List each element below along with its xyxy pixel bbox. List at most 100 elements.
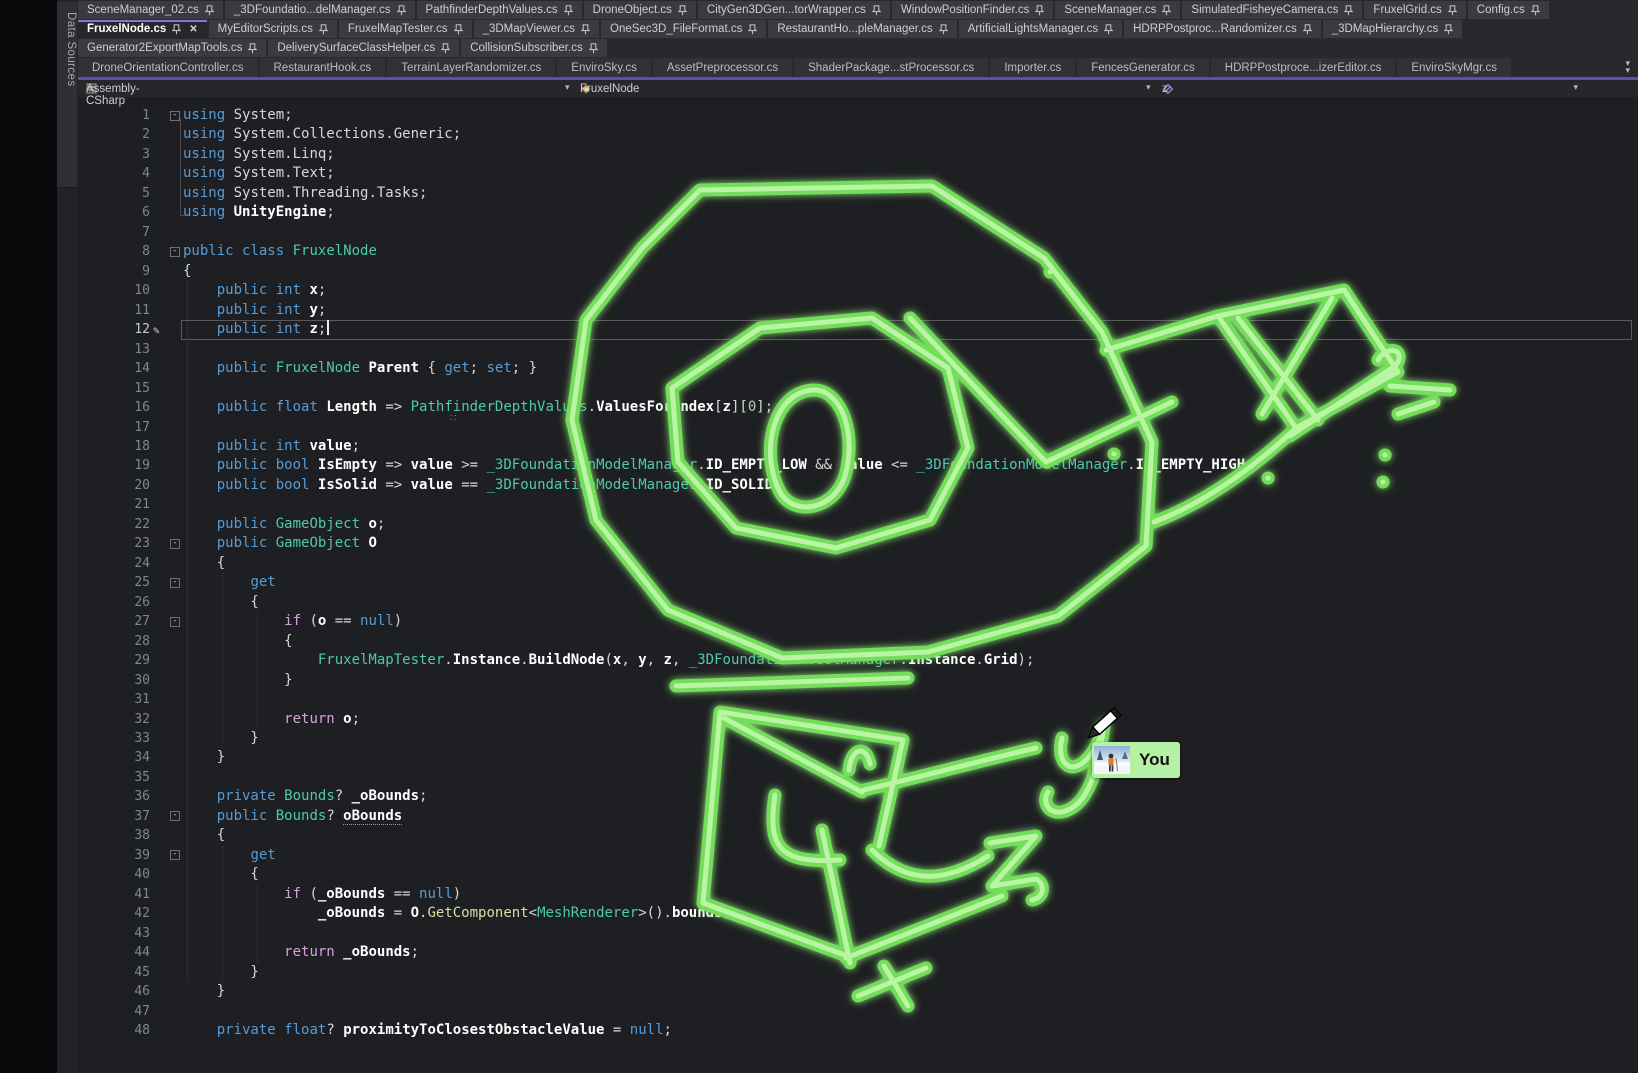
editor-tab[interactable]: SceneManager_02.cs [78,1,223,19]
fold-toggle-icon[interactable]: - [170,850,180,860]
code-line[interactable]: 8-public class FruxelNode [0,242,1638,261]
code-line[interactable]: 6using UnityEngine; [0,203,1638,222]
code-line[interactable]: 22 public GameObject o; [0,515,1638,534]
code-line[interactable]: 40 { [0,865,1638,884]
code-line[interactable]: 9{ [0,262,1638,281]
editor-tab[interactable]: ArtificialLightsManager.cs [959,20,1122,38]
code-line[interactable]: 31 [0,690,1638,709]
code-line[interactable]: 41 if (_oBounds == null) [0,885,1638,904]
code-line[interactable]: 12✎ public int z; [0,320,1638,339]
code-line[interactable]: 1-using System; [0,106,1638,125]
pin-icon[interactable] [678,5,687,16]
fold-toggle-icon[interactable]: - [170,578,180,588]
code-line[interactable]: 28 { [0,632,1638,651]
editor-tab[interactable]: DeliverySurfaceClassHelper.cs [268,39,459,57]
pin-icon[interactable] [1344,5,1353,16]
code-line[interactable]: 29 FruxelMapTester.Instance.BuildNode(x,… [0,651,1638,670]
document-tab[interactable]: EnviroSkyMgr.cs [1397,58,1511,77]
fold-toggle-icon[interactable]: - [170,111,180,121]
close-icon[interactable]: ✕ [189,24,197,35]
fold-toggle-icon[interactable]: - [170,539,180,549]
pin-icon[interactable] [454,24,463,35]
editor-tab[interactable]: DroneObject.cs [584,1,696,19]
fold-toggle-icon[interactable]: - [170,617,180,627]
code-line[interactable]: 38 { [0,826,1638,845]
code-line[interactable]: 44 return _oBounds; [0,943,1638,962]
editor-tab[interactable]: Generator2ExportMapTools.cs [78,39,266,57]
pin-icon[interactable] [1444,24,1453,35]
code-line[interactable]: 17 [0,418,1638,437]
pin-icon[interactable] [1448,5,1457,16]
pin-icon[interactable] [1531,5,1540,16]
editor-tab[interactable]: WindowPositionFinder.cs [892,1,1053,19]
code-line[interactable]: 33 } [0,729,1638,748]
code-line[interactable]: 18 public int value; [0,437,1638,456]
editor-tab[interactable]: SimulatedFisheyeCamera.cs [1182,1,1362,19]
editor-tab[interactable]: MyEditorScripts.cs [209,20,337,38]
code-line[interactable]: 25- get [0,573,1638,592]
editor-tab[interactable]: SceneManager.cs [1055,1,1180,19]
code-line[interactable]: 24 { [0,554,1638,573]
code-line[interactable]: 11 public int y; [0,301,1638,320]
editor-tab[interactable]: HDRPPostproc...Randomizer.cs [1124,20,1321,38]
code-line[interactable]: 10 public int x; [0,281,1638,300]
editor-tab[interactable]: FruxelMapTester.cs [339,20,472,38]
code-line[interactable]: 45 } [0,963,1638,982]
code-line[interactable]: 30 } [0,671,1638,690]
code-line[interactable]: 21 [0,495,1638,514]
editor-tab[interactable]: _3DFoundatio...delManager.cs [225,1,415,19]
pin-icon[interactable] [589,43,598,54]
code-line[interactable]: 16 public float Length => PathfinderDept… [0,398,1638,417]
code-line[interactable]: 15 [0,379,1638,398]
pin-icon[interactable] [748,24,757,35]
pin-icon[interactable] [581,24,590,35]
editor-tab[interactable]: RestaurantHo...pleManager.cs [768,20,956,38]
code-line[interactable]: 36 private Bounds? _oBounds; [0,787,1638,806]
code-line[interactable]: 42 _oBounds = O.GetComponent<MeshRendere… [0,904,1638,923]
editor-tab[interactable]: PathfinderDepthValues.cs [417,1,582,19]
document-tab[interactable]: DroneOrientationController.cs [78,58,258,77]
code-line[interactable]: 4using System.Text; [0,164,1638,183]
member-dropdown-arrow[interactable]: ▾ [1146,82,1151,93]
code-line[interactable]: 5using System.Threading.Tasks; [0,184,1638,203]
code-line[interactable]: 48 private float? proximityToClosestObst… [0,1021,1638,1040]
editor-tab[interactable]: CityGen3DGen...torWrapper.cs [698,1,890,19]
pin-icon[interactable] [939,24,948,35]
code-line[interactable]: 26 { [0,593,1638,612]
pin-icon[interactable] [205,5,214,16]
navbar-right-dropdown-arrow[interactable]: ▾ [1573,82,1578,93]
tab-overflow-icon[interactable]: ▾▾ [1625,60,1630,74]
pin-icon[interactable] [397,5,406,16]
pin-icon[interactable] [1104,24,1113,35]
fold-toggle-icon[interactable]: - [170,811,180,821]
editor-tab[interactable]: CollisionSubscriber.cs [461,39,607,57]
pin-icon[interactable] [319,24,328,35]
editor-tab[interactable]: FruxelGrid.cs [1364,1,1465,19]
code-line[interactable]: 46 } [0,982,1638,1001]
code-line[interactable]: 27- if (o == null) [0,612,1638,631]
pin-icon[interactable] [441,43,450,54]
document-tab[interactable]: Importer.cs [990,58,1075,77]
code-line[interactable]: 14 public FruxelNode Parent { get; set; … [0,359,1638,378]
code-line[interactable]: 13 [0,340,1638,359]
code-line[interactable]: 37- public Bounds? oBounds [0,807,1638,826]
document-tab[interactable]: AssetPreprocessor.cs [653,58,792,77]
code-editor[interactable]: 1-using System;2using System.Collections… [0,97,1638,1073]
code-line[interactable]: 35 [0,768,1638,787]
pin-icon[interactable] [248,43,257,54]
code-line[interactable]: 34 } [0,748,1638,767]
document-tab[interactable]: FencesGenerator.cs [1077,58,1209,77]
code-line[interactable]: 23- public GameObject O [0,534,1638,553]
code-line[interactable]: 39- get [0,846,1638,865]
editor-tab[interactable]: OneSec3D_FileFormat.cs [601,20,766,38]
editor-tab[interactable]: _3DMapHierarchy.cs [1323,20,1463,38]
project-dropdown-arrow[interactable]: ▾ [565,82,570,93]
document-tab[interactable]: TerrainLayerRandomizer.cs [387,58,555,77]
code-line[interactable]: 43 [0,924,1638,943]
document-tab[interactable]: HDRPPostproce...izerEditor.cs [1211,58,1396,77]
code-line[interactable]: 19 public bool IsEmpty => value >= _3DFo… [0,456,1638,475]
editor-tab[interactable]: _3DMapViewer.cs [474,20,599,38]
code-line[interactable]: 47 [0,1002,1638,1021]
code-line[interactable]: 7 [0,223,1638,242]
pin-icon[interactable] [1162,5,1171,16]
